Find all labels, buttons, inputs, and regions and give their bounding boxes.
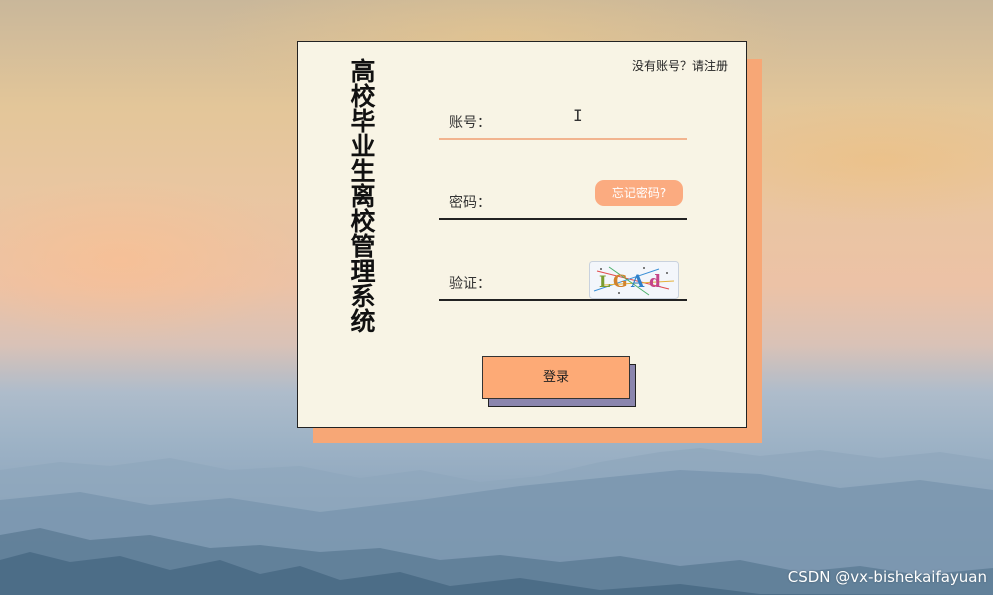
captcha-label: 验证： <box>449 276 491 292</box>
account-field[interactable]: 账号： I <box>439 100 687 140</box>
account-label: 账号： <box>449 115 491 131</box>
text-cursor-icon: I <box>573 106 583 125</box>
svg-text:A: A <box>630 272 645 292</box>
system-title: 高校毕业生离校管理系统 <box>347 58 376 333</box>
svg-text:d: d <box>649 272 661 292</box>
svg-text:G: G <box>613 272 628 292</box>
password-field[interactable]: 密码： 忘记密码? <box>439 180 687 220</box>
captcha-underline <box>439 299 687 301</box>
password-label: 密码： <box>449 195 491 211</box>
login-card: 高校毕业生离校管理系统 没有账号？请注册 账号： I 密码： 忘记密码? 验证：… <box>297 41 747 428</box>
login-button[interactable]: 登录 <box>482 356 630 399</box>
account-underline <box>439 138 687 140</box>
svg-text:L: L <box>599 272 610 291</box>
forgot-password-button[interactable]: 忘记密码? <box>595 180 683 206</box>
captcha-field[interactable]: 验证： L G A d <box>439 261 687 301</box>
register-link[interactable]: 没有账号？请注册 <box>632 57 728 74</box>
csdn-watermark: CSDN @vx-bishekaifayuan <box>787 568 987 586</box>
captcha-image[interactable]: L G A d <box>589 261 679 299</box>
password-underline <box>439 218 687 220</box>
